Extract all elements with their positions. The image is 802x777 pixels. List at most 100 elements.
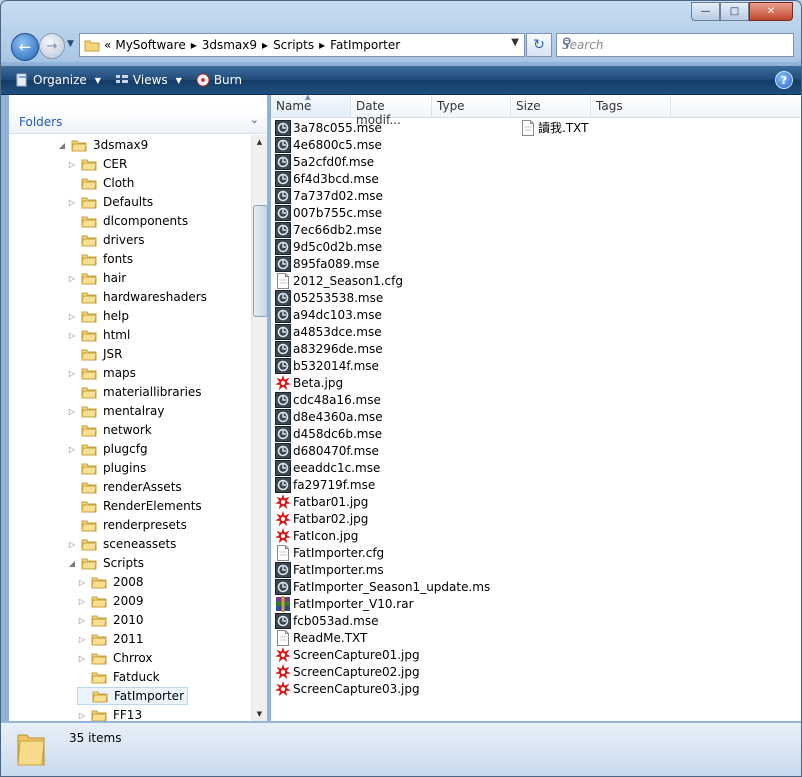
- tree-expand-icon[interactable]: ▷: [77, 635, 87, 644]
- tree-item[interactable]: ▷ 2009: [77, 592, 144, 610]
- tree-item[interactable]: FatImporter: [77, 687, 189, 705]
- file-item[interactable]: 007b755c.mse: [275, 204, 382, 221]
- tree-expand-icon[interactable]: ▷: [67, 160, 77, 169]
- tree-item[interactable]: Cloth: [67, 174, 134, 192]
- file-item[interactable]: FatImporter.ms: [275, 561, 384, 578]
- file-item[interactable]: 4e6800c5.mse: [275, 136, 382, 153]
- views-button[interactable]: Views ▼: [115, 73, 182, 87]
- tree-item[interactable]: materiallibraries: [67, 383, 202, 401]
- tree-expand-icon[interactable]: ▷: [67, 445, 77, 454]
- address-dropdown-icon[interactable]: ▼: [511, 37, 519, 48]
- forward-button[interactable]: →: [39, 33, 65, 59]
- tree-item[interactable]: ▷ 2010: [77, 611, 144, 629]
- file-item[interactable]: 3a78c055.mse: [275, 119, 382, 136]
- file-item[interactable]: fcb053ad.mse: [275, 612, 378, 629]
- tree-item[interactable]: renderAssets: [67, 478, 182, 496]
- tree-item[interactable]: dlcomponents: [67, 212, 188, 230]
- tree-item[interactable]: Fatduck: [77, 668, 160, 686]
- file-item[interactable]: FatImporter_Season1_update.ms: [275, 578, 490, 595]
- file-item[interactable]: ScreenCapture02.jpg: [275, 663, 420, 680]
- search-icon[interactable]: ⚲: [562, 36, 789, 51]
- folders-header[interactable]: Folders ⌄: [9, 109, 267, 134]
- refresh-button[interactable]: ↻: [526, 33, 552, 57]
- tree-item[interactable]: renderpresets: [67, 516, 187, 534]
- breadcrumb-mysoftware[interactable]: MySoftware: [115, 38, 185, 52]
- tree-item[interactable]: drivers: [67, 231, 145, 249]
- tree-item[interactable]: ▷ sceneassets: [67, 535, 177, 553]
- file-item[interactable]: Beta.jpg: [275, 374, 343, 391]
- organize-button[interactable]: Organize ▼: [15, 73, 101, 87]
- column-name[interactable]: Name ▲: [271, 93, 351, 117]
- back-button[interactable]: ←: [11, 33, 39, 61]
- column-size[interactable]: Size: [511, 95, 591, 117]
- tree-expand-icon[interactable]: ▷: [67, 198, 77, 207]
- file-item[interactable]: 2012_Season1.cfg: [275, 272, 403, 289]
- tree-expand-icon[interactable]: ▷: [67, 274, 77, 283]
- tree-item[interactable]: fonts: [67, 250, 133, 268]
- tree-item[interactable]: ▷ CER: [67, 155, 127, 173]
- file-item[interactable]: FatIcon.jpg: [275, 527, 358, 544]
- burn-button[interactable]: Burn: [196, 73, 242, 87]
- scrollbar-thumb[interactable]: [253, 205, 268, 317]
- file-item[interactable]: a83296de.mse: [275, 340, 383, 357]
- file-item[interactable]: 9d5c0d2b.mse: [275, 238, 382, 255]
- tree-item[interactable]: ▷ Chrrox: [77, 649, 153, 667]
- file-item[interactable]: ReadMe.TXT: [275, 629, 367, 646]
- tree-item[interactable]: ▷ maps: [67, 364, 136, 382]
- tree-expand-icon[interactable]: ▷: [77, 578, 87, 587]
- tree-item[interactable]: JSR: [67, 345, 123, 363]
- breadcrumb-3dsmax9[interactable]: 3dsmax9: [202, 38, 257, 52]
- tree-item[interactable]: ▷ help: [67, 307, 129, 325]
- chevron-right-icon[interactable]: ▸: [191, 38, 197, 52]
- file-item[interactable]: 5a2cfd0f.mse: [275, 153, 374, 170]
- file-item[interactable]: Fatbar02.jpg: [275, 510, 368, 527]
- file-item[interactable]: d458dc6b.mse: [275, 425, 382, 442]
- search-input[interactable]: Search ⚲: [556, 33, 794, 57]
- tree-item[interactable]: ▷ mentalray: [67, 402, 165, 420]
- minimize-button[interactable]: —: [691, 2, 720, 21]
- tree-expand-icon[interactable]: ▷: [67, 312, 77, 321]
- tree-item[interactable]: ▷ 2011: [77, 630, 144, 648]
- help-icon[interactable]: ?: [775, 71, 793, 89]
- tree-expand-icon[interactable]: ▷: [67, 331, 77, 340]
- recent-pages-dropdown[interactable]: ▼: [67, 39, 74, 49]
- maximize-button[interactable]: □: [720, 2, 749, 21]
- tree-item[interactable]: ◢ 3dsmax9: [57, 136, 148, 154]
- tree-item[interactable]: network: [67, 421, 152, 439]
- tree-item[interactable]: ▷ plugcfg: [67, 440, 148, 458]
- file-item[interactable]: 讀我.TXT: [520, 119, 589, 136]
- column-type[interactable]: Type: [432, 95, 511, 117]
- tree-expand-icon[interactable]: ▷: [77, 654, 87, 663]
- file-item[interactable]: ScreenCapture01.jpg: [275, 646, 420, 663]
- file-item[interactable]: d680470f.mse: [275, 442, 379, 459]
- close-button[interactable]: ✕: [749, 2, 793, 21]
- column-date-modified[interactable]: Date modif...: [351, 95, 432, 127]
- tree-item[interactable]: hardwareshaders: [67, 288, 207, 306]
- chevron-down-icon[interactable]: ⌄: [250, 113, 259, 126]
- tree-expand-icon[interactable]: ▷: [77, 711, 87, 720]
- file-item[interactable]: a94dc103.mse: [275, 306, 382, 323]
- tree-item[interactable]: ◢ Scripts: [67, 554, 144, 572]
- tree-item[interactable]: plugins: [67, 459, 146, 477]
- tree-expand-icon[interactable]: ▷: [67, 407, 77, 416]
- tree-expand-icon[interactable]: ▷: [67, 369, 77, 378]
- folder-tree-scrollbar[interactable]: ▲ ▼: [251, 135, 268, 721]
- file-item[interactable]: d8e4360a.mse: [275, 408, 383, 425]
- file-item[interactable]: fa29719f.mse: [275, 476, 375, 493]
- tree-expand-icon[interactable]: ▷: [77, 616, 87, 625]
- tree-collapse-icon[interactable]: ◢: [57, 141, 67, 150]
- tree-expand-icon[interactable]: ▷: [77, 597, 87, 606]
- tree-item[interactable]: RenderElements: [67, 497, 202, 515]
- file-item[interactable]: eeaddc1c.mse: [275, 459, 380, 476]
- file-item[interactable]: FatImporter.cfg: [275, 544, 384, 561]
- file-item[interactable]: Fatbar01.jpg: [275, 493, 368, 510]
- tree-item[interactable]: ▷ Defaults: [67, 193, 153, 211]
- tree-collapse-icon[interactable]: ◢: [67, 559, 77, 568]
- file-item[interactable]: 7ec66db2.mse: [275, 221, 382, 238]
- breadcrumb-scripts[interactable]: Scripts: [273, 38, 314, 52]
- file-item[interactable]: FatImporter_V10.rar: [275, 595, 414, 612]
- file-item[interactable]: cdc48a16.mse: [275, 391, 381, 408]
- scroll-up-arrow-icon[interactable]: ▲: [252, 135, 267, 149]
- address-prefix[interactable]: «: [104, 38, 111, 52]
- tree-item[interactable]: ▷ 2008: [77, 573, 144, 591]
